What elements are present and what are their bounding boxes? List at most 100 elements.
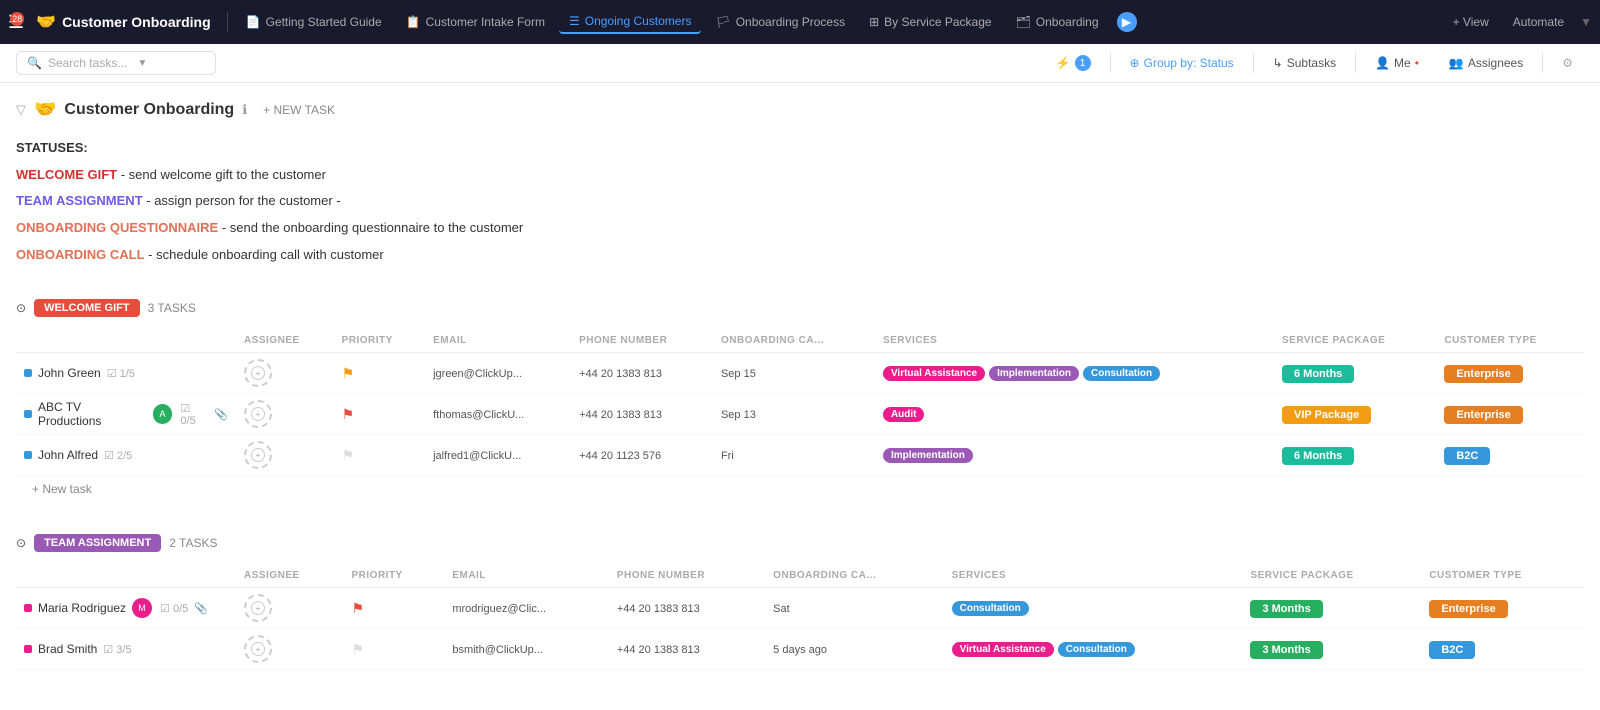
assignee-cell-0[interactable]: + xyxy=(236,588,344,629)
task-checkbox[interactable]: ☑ 0/5 xyxy=(180,402,208,427)
onboarding-cell-0: Sep 15 xyxy=(713,353,875,394)
package-tag[interactable]: 3 Months xyxy=(1250,641,1322,659)
status-call-desc: - schedule onboarding call with customer xyxy=(148,247,384,262)
status-questionnaire-label: ONBOARDING QUESTIONNAIRE xyxy=(16,220,218,235)
assignee-avatar[interactable]: + xyxy=(244,441,272,469)
assignee-cell-1[interactable]: + xyxy=(236,394,334,435)
service-tag[interactable]: Virtual Assistance xyxy=(952,642,1054,657)
info-icon[interactable]: ℹ xyxy=(242,102,247,118)
phone-text: +44 20 1383 813 xyxy=(617,644,700,656)
settings-button[interactable]: ⚙ xyxy=(1551,51,1584,75)
service-tag[interactable]: Virtual Assistance xyxy=(883,366,985,381)
logo-emoji: 🤝 xyxy=(36,12,56,32)
search-caret-icon: ▼ xyxy=(137,58,147,69)
task-name-text[interactable]: Maria Rodriguez xyxy=(38,601,126,615)
section-badge-welcome-gift[interactable]: WELCOME GIFT xyxy=(34,299,140,317)
column-header-task-col xyxy=(16,329,236,353)
table-row[interactable]: ABC TV Productions A ☑ 0/5 📎 +⚑fthomas@C… xyxy=(16,394,1584,435)
new-task-row[interactable]: + New task xyxy=(16,476,1584,502)
priority-cell-0[interactable]: ⚑ xyxy=(344,588,445,629)
priority-flag[interactable]: ⚑ xyxy=(352,600,365,616)
package-cell-0: 3 Months xyxy=(1242,588,1421,629)
view-button[interactable]: + View xyxy=(1445,11,1497,33)
tab-by-service[interactable]: ⊞ By Service Package xyxy=(859,11,1001,33)
ctype-cell-2: B2C xyxy=(1436,435,1584,476)
add-assignee-icon[interactable]: + xyxy=(251,407,265,421)
tab-by-service-label: By Service Package xyxy=(884,15,991,29)
priority-cell-1[interactable]: ⚑ xyxy=(344,629,445,670)
table-row[interactable]: Brad Smith ☑ 3/5 +⚑bsmith@ClickUp...+44 … xyxy=(16,629,1584,670)
task-checkbox[interactable]: ☑ 1/5 xyxy=(107,367,135,380)
task-checkbox[interactable]: ☑ 0/5 xyxy=(160,602,188,615)
priority-cell-2[interactable]: ⚑ xyxy=(334,435,426,476)
package-tag[interactable]: 3 Months xyxy=(1250,600,1322,618)
add-assignee-icon[interactable]: + xyxy=(251,448,265,462)
task-name-text[interactable]: John Green xyxy=(38,366,101,380)
assignee-avatar[interactable]: + xyxy=(244,635,272,663)
filter-button[interactable]: ⚡ 1 xyxy=(1045,50,1102,76)
add-assignee-icon[interactable]: + xyxy=(251,366,265,380)
me-icon: 👤 xyxy=(1375,56,1390,70)
add-assignee-icon[interactable]: + xyxy=(251,601,265,615)
tab-onboarding-process[interactable]: 🏳 Onboarding Process xyxy=(705,11,855,33)
service-tags: Virtual Assistance Implementation Consulta… xyxy=(883,366,1266,381)
hamburger-menu[interactable]: ☰ 28 xyxy=(8,12,24,33)
section-badge-team-assignment[interactable]: TEAM ASSIGNMENT xyxy=(34,534,161,552)
task-name-text[interactable]: John Alfred xyxy=(38,448,98,462)
priority-flag[interactable]: ⚑ xyxy=(342,406,355,422)
priority-cell-1[interactable]: ⚑ xyxy=(334,394,426,435)
service-tags: Implementation xyxy=(883,448,1266,463)
ctype-cell-1: B2C xyxy=(1421,629,1584,670)
table-row[interactable]: Maria Rodriguez M ☑ 0/5 📎 +⚑mrodriguez@C… xyxy=(16,588,1584,629)
service-tag[interactable]: Implementation xyxy=(883,448,973,463)
section-toggle-welcome-gift[interactable]: ⊙ xyxy=(16,301,26,315)
assignees-button[interactable]: 👥 Assignees xyxy=(1438,51,1534,75)
service-tag[interactable]: Audit xyxy=(883,407,925,422)
tab-onboarding[interactable]: 🗂 Onboarding xyxy=(1006,11,1109,33)
subtasks-button[interactable]: ↳ Subtasks xyxy=(1262,51,1347,75)
package-tag[interactable]: 6 Months xyxy=(1282,365,1354,383)
ctype-tag[interactable]: B2C xyxy=(1444,447,1490,465)
tab-getting-started[interactable]: 📄 Getting Started Guide xyxy=(236,11,392,33)
app-logo[interactable]: 🤝 Customer Onboarding xyxy=(28,12,218,32)
group-by-button[interactable]: ⊕ Group by: Status xyxy=(1119,51,1245,75)
package-cell-1: 3 Months xyxy=(1242,629,1421,670)
priority-flag[interactable]: ⚑ xyxy=(352,641,365,657)
section-toggle-team-assignment[interactable]: ⊙ xyxy=(16,536,26,550)
priority-cell-0[interactable]: ⚑ xyxy=(334,353,426,394)
task-checkbox[interactable]: ☑ 2/5 xyxy=(104,449,132,462)
service-tag[interactable]: Consultation xyxy=(952,601,1029,616)
new-task-button[interactable]: + NEW TASK xyxy=(255,101,343,119)
assignee-avatar[interactable]: + xyxy=(244,359,272,387)
package-tag[interactable]: 6 Months xyxy=(1282,447,1354,465)
more-tabs-button[interactable]: ▶ xyxy=(1117,12,1137,32)
automate-button[interactable]: Automate xyxy=(1505,11,1572,33)
search-box[interactable]: 🔍 Search tasks... ▼ xyxy=(16,51,216,75)
tab-intake-form[interactable]: 📋 Customer Intake Form xyxy=(396,11,555,33)
task-name-text[interactable]: ABC TV Productions xyxy=(38,400,147,428)
add-assignee-icon[interactable]: + xyxy=(251,642,265,656)
assignee-cell-1[interactable]: + xyxy=(236,629,344,670)
table-row[interactable]: John Green ☑ 1/5 +⚑jgreen@ClickUp...+44 … xyxy=(16,353,1584,394)
service-tag[interactable]: Implementation xyxy=(989,366,1079,381)
assignee-avatar[interactable]: + xyxy=(244,594,272,622)
ctype-tag[interactable]: B2C xyxy=(1429,641,1475,659)
collapse-icon[interactable]: ▽ xyxy=(16,102,26,118)
task-name-text[interactable]: Brad Smith xyxy=(38,642,97,656)
service-tag[interactable]: Consultation xyxy=(1058,642,1135,657)
assignee-cell-2[interactable]: + xyxy=(236,435,334,476)
ctype-tag[interactable]: Enterprise xyxy=(1444,365,1522,383)
me-button[interactable]: 👤 Me • xyxy=(1364,51,1430,75)
tab-ongoing-customers[interactable]: ☰ Ongoing Customers xyxy=(559,10,701,34)
priority-flag[interactable]: ⚑ xyxy=(342,447,355,463)
ctype-tag[interactable]: Enterprise xyxy=(1444,406,1522,424)
assignee-cell-0[interactable]: + xyxy=(236,353,334,394)
ctype-tag[interactable]: Enterprise xyxy=(1429,600,1507,618)
onboarding-date: Fri xyxy=(721,450,734,462)
priority-flag[interactable]: ⚑ xyxy=(342,365,355,381)
assignee-avatar[interactable]: + xyxy=(244,400,272,428)
task-checkbox[interactable]: ☑ 3/5 xyxy=(103,643,131,656)
service-tag[interactable]: Consultation xyxy=(1083,366,1160,381)
package-tag[interactable]: VIP Package xyxy=(1282,406,1371,424)
table-row[interactable]: John Alfred ☑ 2/5 +⚑jalfred1@ClickU...+4… xyxy=(16,435,1584,476)
